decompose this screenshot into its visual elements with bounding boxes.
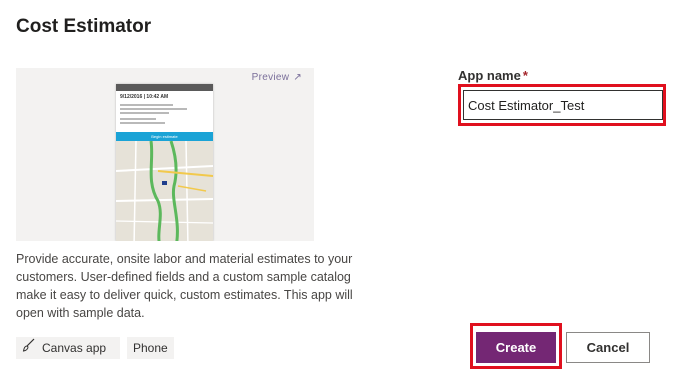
- external-link-icon: ↗: [293, 72, 302, 83]
- app-name-label-text: App name: [458, 68, 521, 83]
- tag-phone: Phone: [127, 337, 174, 359]
- dialog-title: Cost Estimator: [16, 16, 152, 37]
- app-description: Provide accurate, onsite labor and mater…: [16, 252, 353, 320]
- app-name-input[interactable]: [463, 90, 663, 120]
- phone-screenshot: 9/12/2016 | 10:42 AM Begin estimate: [116, 84, 213, 241]
- phone-topbar: [116, 84, 213, 91]
- create-button[interactable]: Create: [476, 332, 556, 363]
- preview-link-label: Preview: [251, 72, 290, 83]
- tag-canvas-app-label: Canvas app: [42, 341, 107, 355]
- phone-date: 9/12/2016 | 10:42 AM: [120, 94, 169, 100]
- phone-text-lines: [116, 101, 213, 127]
- preview-link[interactable]: Preview ↗: [252, 72, 302, 83]
- create-app-dialog: Cost Estimator Preview ↗ 9/12/2016 | 10:4…: [0, 0, 674, 374]
- app-preview: Preview ↗ 9/12/2016 | 10:42 AM Begin esti…: [16, 68, 314, 241]
- app-name-label: App name *: [458, 68, 528, 83]
- cancel-button[interactable]: Cancel: [566, 332, 650, 363]
- tag-canvas-app: Canvas app: [16, 337, 120, 359]
- map-image: [116, 140, 213, 241]
- tag-phone-label: Phone: [133, 341, 168, 355]
- required-marker: *: [522, 68, 528, 83]
- paintbrush-icon: [22, 337, 36, 359]
- phone-map: [116, 140, 213, 241]
- phone-begin-button: Begin estimate: [116, 132, 213, 141]
